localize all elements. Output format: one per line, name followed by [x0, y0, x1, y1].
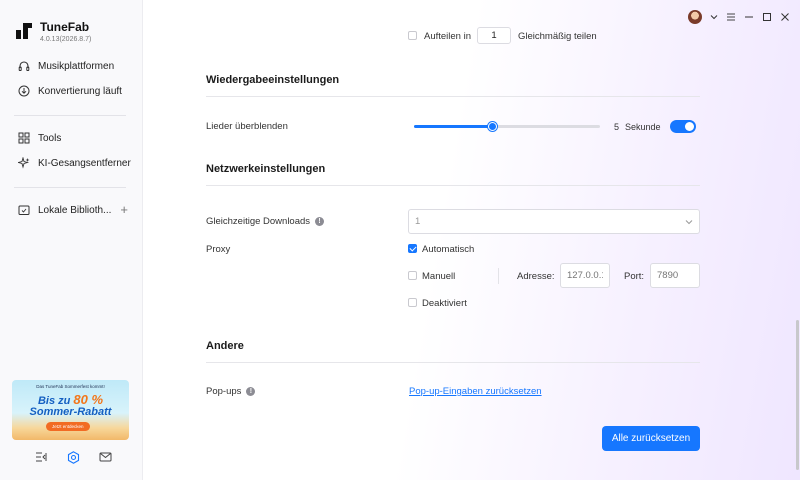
crossfade-value: 5	[614, 122, 620, 132]
folder-icon	[18, 205, 30, 215]
address-label: Adresse:	[517, 271, 555, 282]
add-library-button[interactable]: +	[120, 202, 128, 217]
grid-icon	[18, 132, 30, 144]
mail-icon[interactable]	[98, 450, 112, 464]
downloads-label: Gleichzeitige Downloads!	[206, 216, 325, 227]
proxy-port-input[interactable]	[650, 263, 700, 288]
split-count-input[interactable]	[477, 27, 511, 44]
divider	[498, 268, 499, 284]
collapse-sidebar-icon[interactable]	[34, 450, 48, 464]
popups-label-text: Pop-ups	[206, 386, 242, 397]
window-titlebar	[688, 10, 790, 24]
crossfade-toggle[interactable]	[670, 120, 696, 133]
app-logo: TuneFab 4.0.13(2026.8.7)	[14, 20, 91, 43]
sidebar-item-label: Musikplattformen	[38, 60, 115, 72]
section-divider	[206, 96, 700, 97]
crossfade-slider[interactable]	[414, 122, 600, 131]
promo-headline: Bis zu 80 % Sommer-Rabatt	[12, 392, 129, 418]
equal-split-label: Gleichmäßig teilen	[518, 31, 597, 42]
proxy-label: Proxy	[206, 244, 231, 255]
port-label: Port:	[624, 271, 645, 282]
crossfade-unit: Sekunde	[625, 122, 661, 132]
sidebar-item-label: KI-Gesangsentferner	[38, 157, 131, 169]
proxy-disabled-label: Deaktiviert	[422, 298, 467, 309]
crossfade-label: Lieder überblenden	[206, 121, 288, 132]
proxy-address-input[interactable]	[560, 263, 610, 288]
section-title-playback: Wiedergabeeinstellungen	[206, 74, 340, 86]
section-title-other: Andere	[206, 340, 244, 352]
downloads-select-value: 1	[415, 216, 421, 227]
downloads-select[interactable]: 1	[408, 209, 700, 234]
ai-sparkle-icon	[18, 157, 30, 169]
settings-panel: Aufteilen in Gleichmäßig teilen Wiederga…	[144, 0, 800, 480]
maximize-icon[interactable]	[762, 10, 772, 24]
sidebar-item-ki-gesangsentferner[interactable]: KI-Gesangsentferner	[0, 152, 143, 174]
sidebar-divider	[14, 187, 126, 188]
tunefab-logo-icon	[16, 23, 32, 39]
section-divider	[206, 185, 700, 186]
scrollbar[interactable]	[796, 320, 799, 470]
promo-top-text: Das TuneFab Sommerfest kommt!	[36, 384, 105, 389]
reset-popups-link[interactable]: Pop-up-Eingaben zurücksetzen	[409, 386, 542, 397]
proxy-disabled-checkbox[interactable]	[408, 298, 417, 307]
downloads-label-text: Gleichzeitige Downloads	[206, 216, 311, 227]
promo-button[interactable]: Jetzt entdecken	[46, 422, 90, 431]
split-label: Aufteilen in	[424, 31, 472, 42]
sidebar-item-label: Tools	[38, 132, 62, 144]
sidebar: TuneFab 4.0.13(2026.8.7) Musikplattforme…	[0, 0, 143, 480]
app-name: TuneFab	[40, 20, 90, 34]
crossfade-slider-fill	[414, 125, 493, 128]
user-avatar[interactable]	[688, 10, 702, 24]
avatar	[688, 10, 702, 24]
proxy-manual-label: Manuell	[422, 271, 456, 282]
sidebar-item-tools[interactable]: Tools	[0, 127, 143, 149]
info-icon[interactable]: !	[246, 386, 256, 396]
popups-label: Pop-ups!	[206, 386, 256, 397]
proxy-auto-label: Automatisch	[422, 244, 475, 255]
crossfade-slider-handle[interactable]	[487, 122, 497, 131]
minimize-icon[interactable]	[744, 10, 754, 24]
sidebar-item-musikplattformen[interactable]: Musikplattformen	[0, 55, 143, 77]
sidebar-item-label: Konvertierung läuft	[38, 85, 122, 97]
info-icon[interactable]: !	[315, 216, 325, 226]
section-divider	[206, 362, 700, 363]
app-version: 4.0.13(2026.8.7)	[40, 36, 92, 43]
sidebar-bottom-icons	[34, 450, 112, 464]
sidebar-item-konvertierung[interactable]: Konvertierung läuft	[0, 80, 143, 102]
settings-icon[interactable]	[66, 450, 80, 464]
chevron-down-icon[interactable]	[710, 10, 718, 24]
close-icon[interactable]	[780, 10, 790, 24]
menu-icon[interactable]	[726, 10, 736, 24]
headphones-icon	[18, 61, 30, 71]
chevron-down-icon	[685, 219, 693, 224]
split-checkbox[interactable]	[408, 31, 417, 40]
sidebar-item-label: Lokale Biblioth...	[38, 204, 112, 216]
section-title-network: Netzwerkeinstellungen	[206, 163, 326, 175]
promo-percent: 80 %	[73, 392, 104, 407]
proxy-auto-checkbox[interactable]	[408, 244, 417, 253]
reset-all-button[interactable]: Alle zurücksetzen	[602, 426, 700, 451]
download-circle-icon	[18, 85, 30, 97]
sidebar-divider	[14, 115, 126, 116]
proxy-manual-checkbox[interactable]	[408, 271, 417, 280]
promo-line2: Sommer-Rabatt	[29, 406, 112, 418]
promo-banner[interactable]: Das TuneFab Sommerfest kommt! Bis zu 80 …	[12, 380, 129, 440]
